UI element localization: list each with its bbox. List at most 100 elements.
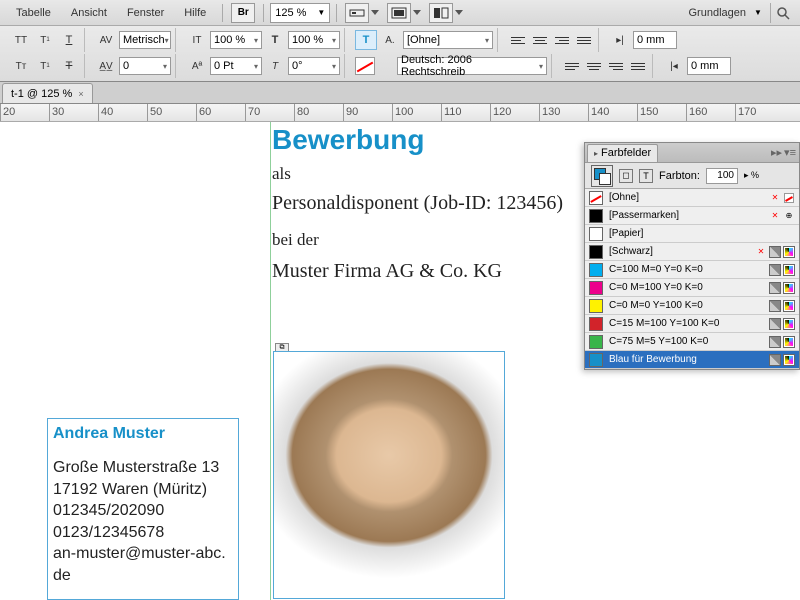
fill-text-button[interactable]: T [355,30,377,50]
swatches-panel[interactable]: ▸Farbfelder ▸▸▾≡ ◻ T Farbton: ▸ % [Ohne]… [584,142,800,370]
text-formatting-button[interactable]: T [639,169,653,183]
swatch-row[interactable]: C=100 M=0 Y=0 K=0 [585,261,799,279]
global-icon [769,318,781,330]
swatch-name: Blau für Bewerbung [609,354,763,365]
tracking-icon: A̲V̲ [95,56,117,76]
menu-hilfe[interactable]: Hilfe [174,3,216,23]
global-icon [769,336,781,348]
addr-name[interactable]: Andrea Muster [53,425,233,443]
swatch-chip [589,317,603,331]
screen-mode-button[interactable] [387,3,411,23]
swatch-name: C=0 M=100 Y=0 K=0 [609,282,763,293]
indent-right-input[interactable]: 0 mm [687,57,731,75]
addr-email2[interactable]: de [53,565,233,587]
swatch-row[interactable]: Blau für Bewerbung [585,351,799,369]
indent-left-icon: ▸| [609,30,631,50]
addr-email1[interactable]: an-muster@muster-abc. [53,543,233,565]
swatch-chip [589,245,603,259]
superscript-button[interactable]: T1 [34,30,56,50]
zoom-level[interactable]: 125 %▼ [270,3,330,23]
swatch-row[interactable]: [Schwarz]✕ [585,243,799,261]
swatch-list[interactable]: [Ohne]✕[Passermarken]✕⊕[Papier][Schwarz]… [585,189,799,369]
process-color-icon [783,264,795,276]
doc-text-als[interactable]: als [272,164,291,184]
lock-icon: ✕ [769,192,781,204]
indent-left-input[interactable]: 0 mm [633,31,677,49]
workspace-label[interactable]: Grundlagen [689,7,747,19]
subscript-button[interactable]: T1 [34,56,56,76]
process-color-icon [783,354,795,366]
small-caps-button[interactable]: Tᴛ [10,56,32,76]
vscale-icon: IT [186,30,208,50]
tracking-input[interactable]: 0▾ [119,57,171,75]
doc-text-role[interactable]: Personaldisponent (Job-ID: 123456) [272,192,563,215]
document-tab[interactable]: t-1 @ 125 %× [2,83,93,103]
baseline-input[interactable]: 0 Pt▾ [210,57,262,75]
swatch-chip [589,227,603,241]
panel-tab-farbfelder[interactable]: ▸Farbfelder [587,144,658,162]
swatch-row[interactable]: [Ohne]✕ [585,189,799,207]
addr-phone2[interactable]: 0123/12345678 [53,522,233,544]
guide-vertical[interactable] [270,122,271,600]
arrange-button[interactable] [429,3,453,23]
baseline-icon: Aª [186,56,208,76]
align-right-button[interactable] [552,31,572,49]
swatch-name: [Schwarz] [609,246,749,257]
addr-phone1[interactable]: 012345/202090 [53,500,233,522]
justify-button[interactable] [574,31,594,49]
search-icon[interactable] [770,3,794,23]
swatch-name: [Passermarken] [609,210,763,221]
menu-ansicht[interactable]: Ansicht [61,3,117,23]
justify-all-button[interactable] [628,57,648,75]
panel-collapse-icon[interactable]: ▸▸ [771,146,782,159]
hscale-input[interactable]: 100 %▾ [288,31,340,49]
view-options-button[interactable] [345,3,369,23]
close-tab-icon[interactable]: × [78,89,83,99]
menu-tabelle[interactable]: Tabelle [6,3,61,23]
addr-city[interactable]: 17192 Waren (Müritz) [53,479,233,501]
fill-stroke-proxy[interactable] [591,165,613,187]
control-bar: TT T1 T A͏V Metrisch▾ IT 100 %▾ T 100 %▾… [0,26,800,82]
container-formatting-button[interactable]: ◻ [619,169,633,183]
address-frame[interactable]: Andrea Muster Große Musterstraße 13 1719… [47,418,239,600]
justify-right-button[interactable] [606,57,626,75]
doc-text-bei[interactable]: bei der [272,230,319,250]
skew-icon: T [264,56,286,76]
bridge-button[interactable]: Br [231,3,255,23]
skew-input[interactable]: 0°▾ [288,57,340,75]
photo-placeholder [274,352,504,598]
process-color-icon [783,282,795,294]
vscale-input[interactable]: 100 %▾ [210,31,262,49]
align-left-button[interactable] [508,31,528,49]
swatch-row[interactable]: C=0 M=0 Y=100 K=0 [585,297,799,315]
no-fill-swatch[interactable] [355,57,375,75]
global-icon [769,354,781,366]
photo-frame[interactable] [273,351,505,599]
align-center-button[interactable] [530,31,550,49]
swatch-name: C=100 M=0 Y=0 K=0 [609,264,763,275]
underline-button[interactable]: T [58,30,80,50]
menu-fenster[interactable]: Fenster [117,3,174,23]
swatch-row[interactable]: [Passermarken]✕⊕ [585,207,799,225]
doc-text-firma[interactable]: Muster Firma AG & Co. KG [272,260,502,283]
charstyle-input[interactable]: [Ohne]▾ [403,31,493,49]
horizontal-ruler[interactable]: 2030405060708090100110120130140150160170 [0,104,800,122]
all-caps-button[interactable]: TT [10,30,32,50]
strikethrough-button[interactable]: T [58,56,80,76]
none-icon [783,192,795,204]
swatch-row[interactable]: C=75 M=5 Y=100 K=0 [585,333,799,351]
swatch-chip [589,281,603,295]
swatch-row[interactable]: C=0 M=100 Y=0 K=0 [585,279,799,297]
language-input[interactable]: Deutsch: 2006 Rechtschreib▾ [397,57,547,75]
justify-left-button[interactable] [562,57,582,75]
farbton-arrow[interactable]: ▸ % [744,170,759,181]
swatch-row[interactable]: C=15 M=100 Y=100 K=0 [585,315,799,333]
swatch-row[interactable]: [Papier] [585,225,799,243]
justify-center-button[interactable] [584,57,604,75]
panel-menu-icon[interactable]: ▾≡ [784,146,796,159]
kerning-input[interactable]: Metrisch▾ [119,31,171,49]
farbton-input[interactable] [706,168,738,184]
swatch-chip [589,299,603,313]
addr-street[interactable]: Große Musterstraße 13 [53,457,233,479]
doc-title[interactable]: Bewerbung [272,124,424,156]
